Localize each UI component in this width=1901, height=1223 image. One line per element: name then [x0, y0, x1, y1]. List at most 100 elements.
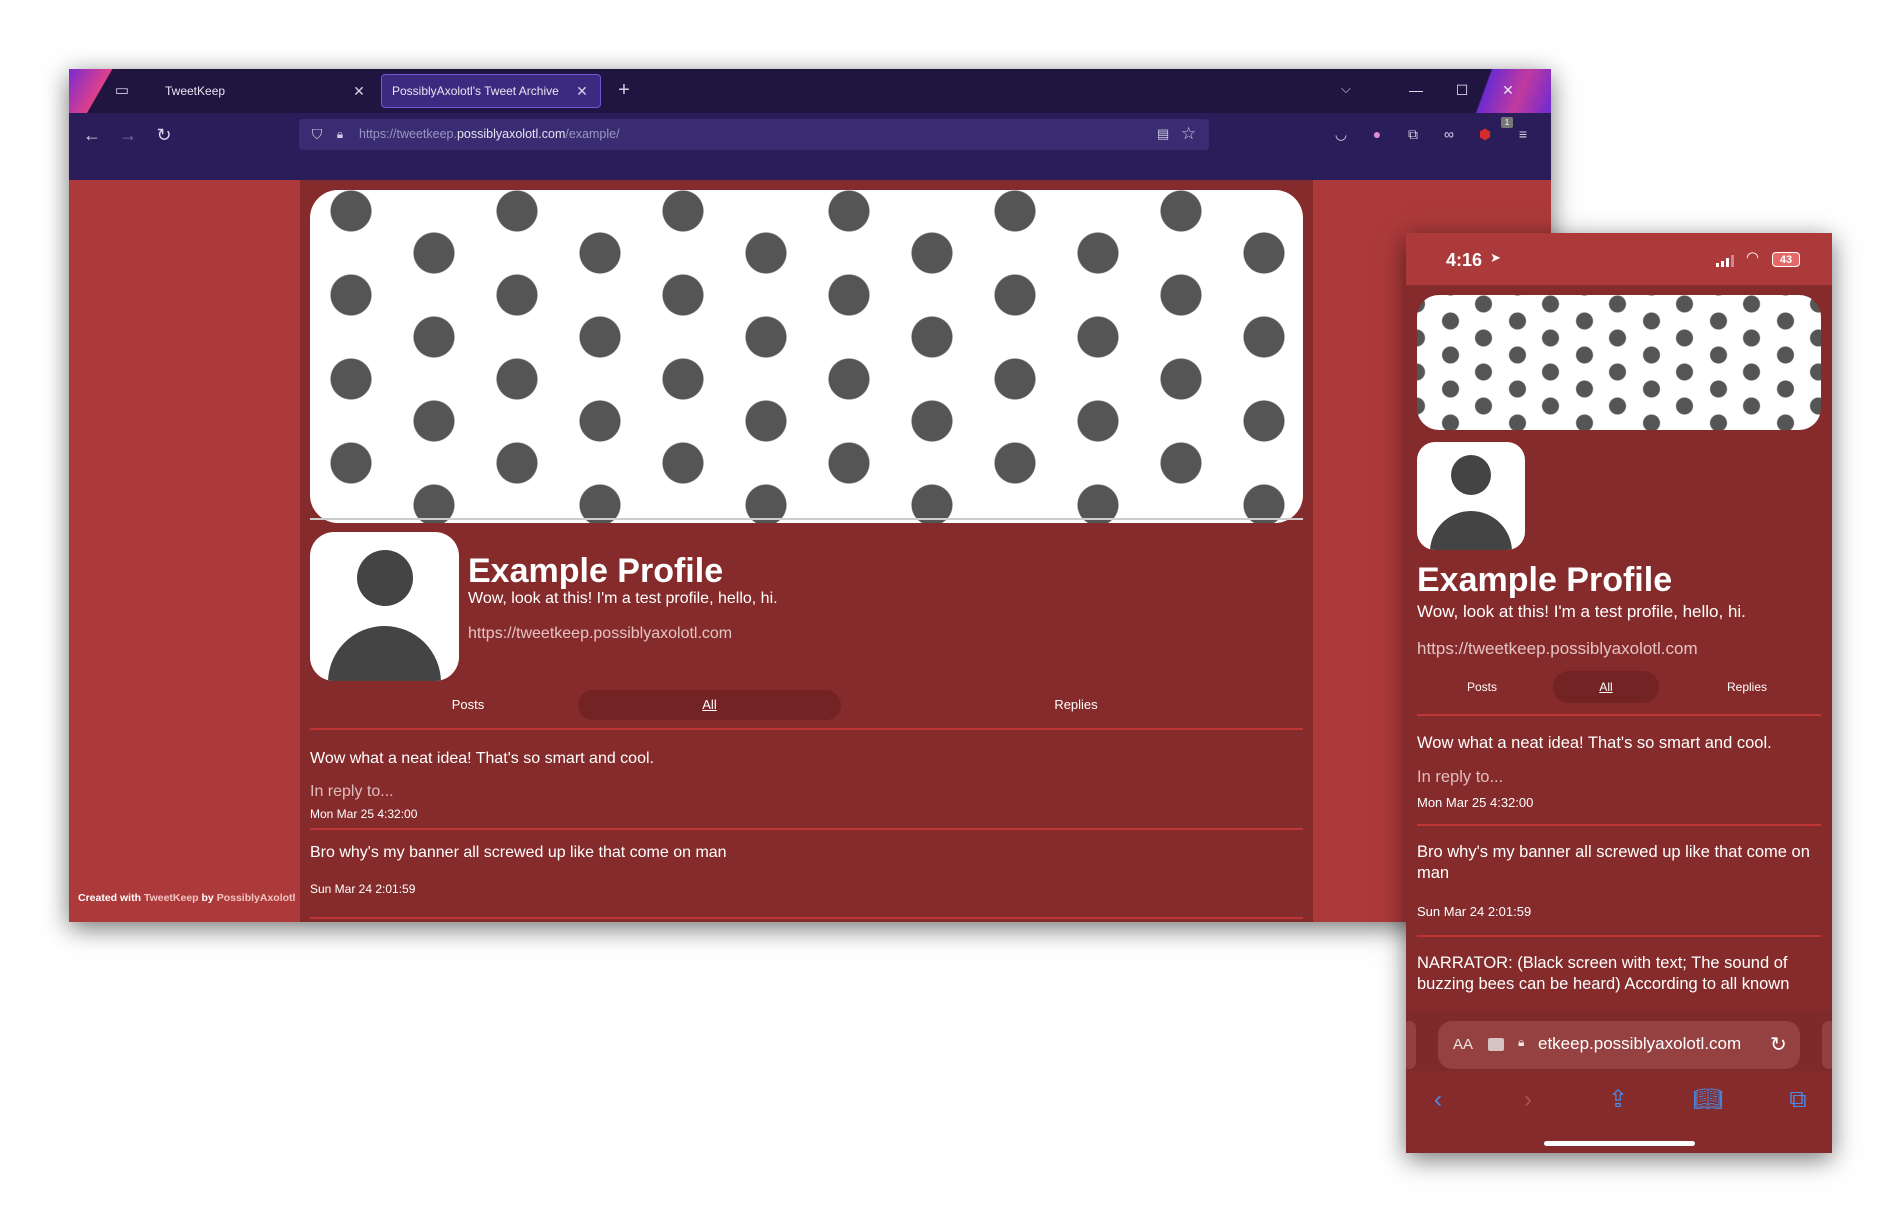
url-text[interactable]: etkeep.possiblyaxolotl.com — [1538, 1034, 1741, 1054]
url-path: /example/ — [565, 127, 620, 141]
battery-icon: 43 — [1772, 252, 1800, 267]
post-divider — [1417, 935, 1821, 937]
new-tab-button[interactable]: + — [613, 79, 635, 101]
screenshot-stage: ▭ TweetKeep ✕ PossiblyAxolotl's Tweet Ar… — [0, 0, 1901, 1223]
mobile-phone-screen: 4:16 ➤ ◠ 43 Example Profile Wow, look at… — [1406, 233, 1832, 1153]
credit-by: by — [198, 892, 217, 904]
back-icon[interactable]: ‹ — [1423, 1085, 1453, 1115]
tabs-divider — [310, 728, 1303, 730]
close-tab-icon[interactable]: ✕ — [351, 83, 367, 100]
tab-tweetkeep[interactable]: TweetKeep ✕ — [155, 74, 377, 108]
home-indicator[interactable] — [1544, 1141, 1695, 1146]
back-icon[interactable]: ← — [81, 124, 103, 146]
post-date: Sun Mar 24 2:01:59 — [1417, 904, 1532, 919]
reload-icon[interactable]: ↻ — [1770, 1032, 1787, 1057]
url-prefix: https://tweetkeep. — [359, 127, 457, 141]
post-text: NARRATOR: (Black screen with text; The s… — [1417, 954, 1790, 993]
bookmark-star-icon[interactable]: ☆ — [1181, 124, 1196, 144]
share-icon[interactable]: ⇪ — [1603, 1085, 1633, 1115]
tabs-icon[interactable]: ⧉ — [1783, 1085, 1813, 1115]
created-with-credit: Created with TweetKeep by PossiblyAxolot… — [78, 892, 295, 904]
avatar — [1417, 442, 1525, 550]
tab-replies[interactable]: Replies — [1672, 671, 1822, 703]
tab-posts[interactable]: Posts — [1417, 671, 1547, 703]
navigation-toolbar: ← → ↻ ⛉ 🔒︎ https://tweetkeep.possiblyaxo… — [69, 113, 1551, 156]
close-window-icon[interactable]: ✕ — [1495, 79, 1521, 101]
list-item: NARRATOR: (Black screen with text; The s… — [1417, 953, 1817, 995]
list-item: Bro why's my banner all screwed up like … — [1417, 842, 1817, 919]
firefox-view-icon[interactable]: ▭ — [113, 82, 131, 100]
wifi-icon: ◠ — [1746, 249, 1760, 266]
avatar-head — [1451, 455, 1491, 495]
url-text[interactable]: https://tweetkeep.possiblyaxolotl.com/ex… — [359, 127, 620, 141]
lock-icon[interactable]: 🔒︎ — [333, 126, 347, 143]
profile-link[interactable]: https://tweetkeep.possiblyaxolotl.com — [468, 625, 732, 643]
tab-tweet-archive[interactable]: PossiblyAxolotl's Tweet Archive ✕ — [381, 74, 601, 108]
shield-icon[interactable]: ⛉ — [309, 126, 325, 143]
ublock-icon[interactable]: ⬢ — [1475, 124, 1495, 144]
minimize-icon[interactable]: — — [1403, 79, 1429, 101]
tab-label: TweetKeep — [165, 84, 226, 98]
page-viewport: Created with TweetKeep by PossiblyAxolot… — [69, 180, 1551, 922]
post-text: Bro why's my banner all screwed up like … — [310, 844, 727, 861]
profile-icon[interactable]: ● — [1367, 124, 1387, 144]
banner-divider — [310, 518, 1303, 520]
list-item: Wow what a neat idea! That's so smart an… — [1417, 733, 1817, 810]
tab-all[interactable]: All — [578, 690, 841, 720]
forward-icon[interactable]: › — [1513, 1085, 1543, 1115]
avatar — [310, 532, 459, 681]
previous-tab-peek[interactable] — [1406, 1021, 1416, 1069]
bottom-toolbar: ‹ › ⇪ 📖︎ ⧉ — [1406, 1071, 1832, 1153]
post-date: Mon Mar 25 4:32:00 — [1417, 795, 1534, 810]
address-bar[interactable]: ⛉ 🔒︎ https://tweetkeep.possiblyaxolotl.c… — [299, 119, 1209, 150]
avatar-body — [1430, 511, 1512, 550]
post-divider — [310, 828, 1303, 830]
profile-name: Example Profile — [468, 552, 724, 590]
lock-icon: 🔒︎ — [1518, 1035, 1525, 1049]
in-reply-to-link[interactable]: In reply to... — [310, 783, 1303, 801]
tabs-divider — [1417, 714, 1821, 716]
pocket-icon[interactable]: ◡ — [1331, 124, 1351, 144]
tweetkeep-link[interactable]: TweetKeep — [144, 892, 199, 904]
profile-banner — [1417, 295, 1821, 430]
extensions-icon[interactable]: ⧉ — [1403, 124, 1423, 144]
list-item: Bro why's my banner all screwed up like … — [310, 844, 1303, 896]
glasses-extension-icon[interactable]: ∞ — [1439, 124, 1459, 144]
desktop-browser-window: ▭ TweetKeep ✕ PossiblyAxolotl's Tweet Ar… — [69, 69, 1551, 922]
in-reply-to-link[interactable]: In reply to... — [1417, 768, 1817, 787]
list-item: Wow what a neat idea! That's so smart an… — [310, 750, 1303, 821]
filter-tabs: Posts All Replies — [1417, 671, 1821, 703]
bookmarks-icon[interactable]: 📖︎ — [1693, 1085, 1723, 1115]
menu-icon[interactable]: ≡ — [1513, 124, 1533, 144]
author-link[interactable]: PossiblyAxolotl — [217, 892, 296, 904]
tab-label: PossiblyAxolotl's Tweet Archive — [392, 84, 559, 98]
status-bar: 4:16 ➤ ◠ 43 — [1406, 233, 1832, 285]
tab-strip: ▭ TweetKeep ✕ PossiblyAxolotl's Tweet Ar… — [69, 69, 1551, 113]
profile-bio: Wow, look at this! I'm a test profile, h… — [1417, 602, 1746, 621]
location-arrow-icon: ➤ — [1490, 250, 1501, 265]
post-text: Wow what a neat idea! That's so smart an… — [1417, 734, 1772, 752]
post-date: Sun Mar 24 2:01:59 — [310, 882, 416, 896]
forward-icon[interactable]: → — [117, 124, 139, 146]
reload-icon[interactable]: ↻ — [153, 124, 175, 146]
page-settings-button[interactable]: AA — [1453, 1036, 1473, 1053]
address-bar[interactable]: AA 🔒︎ etkeep.possiblyaxolotl.com ↻ — [1438, 1021, 1800, 1069]
tab-all[interactable]: All — [1553, 671, 1659, 703]
url-host: possiblyaxolotl.com — [456, 127, 566, 141]
filter-tabs: Posts All Replies — [310, 690, 1303, 720]
next-tab-peek[interactable] — [1822, 1021, 1832, 1069]
extension-icon[interactable] — [1488, 1038, 1504, 1051]
tab-replies[interactable]: Replies — [846, 690, 1306, 720]
maximize-icon[interactable]: ☐ — [1449, 79, 1475, 101]
status-time: 4:16 — [1446, 250, 1483, 270]
avatar-body — [328, 626, 441, 681]
reader-view-icon[interactable]: ▤ — [1157, 126, 1169, 142]
extension-badge: 1 — [1501, 117, 1513, 128]
cellular-signal-icon — [1716, 255, 1738, 267]
profile-link[interactable]: https://tweetkeep.possiblyaxolotl.com — [1417, 639, 1698, 659]
credit-prefix: Created with — [78, 892, 144, 904]
profile-column: Example Profile Wow, look at this! I'm a… — [300, 180, 1313, 922]
close-tab-icon[interactable]: ✕ — [574, 83, 590, 100]
list-all-tabs-icon[interactable]: ⌵ — [1341, 81, 1351, 97]
profile-name: Example Profile — [1417, 561, 1673, 599]
